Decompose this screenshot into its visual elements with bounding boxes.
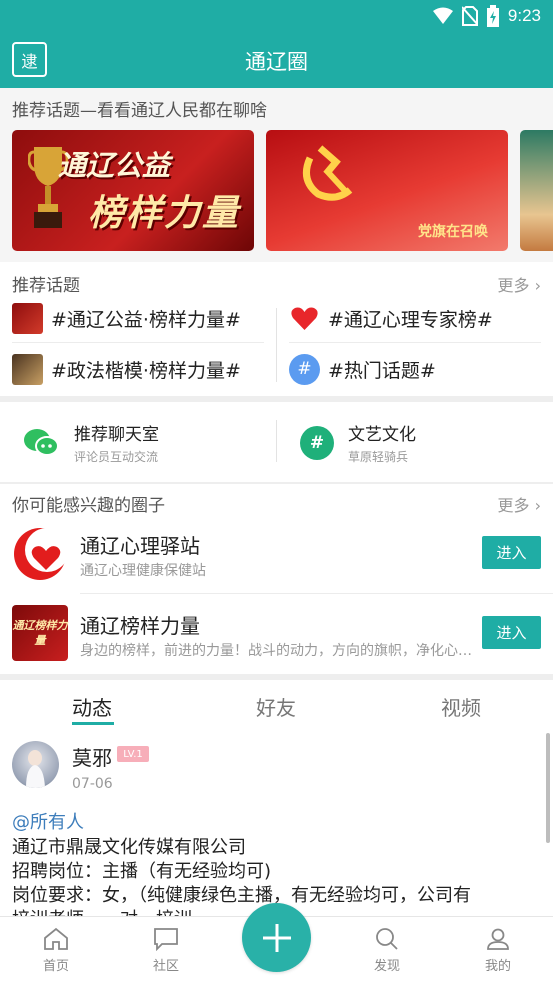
plus-icon xyxy=(262,923,291,952)
divider xyxy=(12,342,264,343)
topic-label: #通辽心理专家榜# xyxy=(328,308,493,331)
divider xyxy=(0,482,553,484)
battery-icon xyxy=(486,5,499,27)
chat-bubble-icon xyxy=(154,928,178,951)
search-icon xyxy=(376,928,398,950)
chatroom-title: 推荐聊天室 xyxy=(74,425,159,445)
avatar[interactable] xyxy=(12,741,59,788)
topics-more-label: 更多 xyxy=(497,276,530,295)
banner-third[interactable] xyxy=(520,130,553,251)
app-header: 逮 通辽圈 xyxy=(0,32,553,88)
nav-discover[interactable]: 发现 xyxy=(357,927,417,974)
heart-moon-icon xyxy=(14,528,68,580)
nav-home[interactable]: 首页 xyxy=(26,927,86,974)
circles-more-link[interactable]: 更多 › xyxy=(497,492,541,516)
page-title: 通辽圈 xyxy=(245,50,308,74)
divider xyxy=(289,342,541,343)
circle-item[interactable]: 通辽榜样力量 通辽榜样力量 身边的榜样，前进的力量！战斗的动力，方向的旗帜，净化… xyxy=(0,594,553,674)
post-text-line: 岗位要求：女，（纯健康绿色主播，有无经验均可，公司有 xyxy=(12,885,471,906)
home-icon xyxy=(44,927,68,950)
tab-videos[interactable]: 视频 xyxy=(441,692,481,721)
hashtag-bubble-icon: # xyxy=(300,425,334,460)
post-username[interactable]: 莫邪 xyxy=(72,742,112,771)
heart-icon xyxy=(289,302,320,334)
level-badge: LV.1 xyxy=(117,746,149,762)
wechat-icon xyxy=(24,428,59,456)
hashtag-icon: # xyxy=(289,353,320,385)
circle-name: 通辽榜样力量 xyxy=(80,614,200,638)
divider xyxy=(276,308,277,382)
topic-item[interactable]: #政法楷模·榜样力量# xyxy=(12,349,241,389)
banner-charity-subtitle: 榜样力量 xyxy=(88,193,241,234)
topic-item[interactable]: # #热门话题# xyxy=(289,349,436,389)
status-time: 9:23 xyxy=(507,6,541,25)
culture-title: 文艺文化 xyxy=(348,425,416,445)
chevron-right-icon: › xyxy=(534,496,541,515)
divider xyxy=(0,396,553,402)
tab-friends[interactable]: 好友 xyxy=(256,692,296,721)
avatar-figure xyxy=(26,750,45,788)
chatroom-card[interactable]: 推荐聊天室 评论员互动交流 xyxy=(22,420,159,465)
profile-icon xyxy=(487,928,509,950)
post-date: 07-06 xyxy=(72,776,113,792)
nav-community[interactable]: 社区 xyxy=(136,927,196,974)
wifi-icon xyxy=(432,7,453,24)
no-sim-icon xyxy=(461,6,478,26)
post-text-line: 招聘岗位：主播（有无经验均可) xyxy=(12,861,272,882)
topics-more-link[interactable]: 更多 › xyxy=(497,272,541,296)
topic-thumb-icon xyxy=(12,353,43,385)
banner-party-text: 党旗在召唤 xyxy=(418,224,488,240)
topic-label: #政法楷模·榜样力量# xyxy=(51,359,241,382)
nav-profile-label: 我的 xyxy=(484,959,511,974)
divider xyxy=(276,420,277,462)
status-bar: 9:23 xyxy=(0,0,553,32)
post-text-line: 通辽市鼎晟文化传媒有限公司 xyxy=(12,837,246,858)
banner-carousel[interactable]: 通辽公益 榜样力量 党旗在召唤 xyxy=(12,130,553,251)
topic-label: #热门话题# xyxy=(328,359,436,382)
banner-party[interactable]: 党旗在召唤 xyxy=(266,130,508,251)
nav-discover-label: 发现 xyxy=(373,959,400,974)
topics-title: 推荐话题 xyxy=(12,276,80,296)
tab-indicator xyxy=(72,722,114,725)
chatroom-subtitle: 评论员互动交流 xyxy=(74,450,159,464)
banner-charity-title: 通辽公益 xyxy=(58,149,171,182)
circle-name: 通辽心理驿站 xyxy=(80,534,200,558)
add-post-button[interactable] xyxy=(242,903,311,972)
scrollbar[interactable] xyxy=(546,733,550,843)
role-model-logo: 通辽榜样力量 xyxy=(12,605,68,661)
circle-description: 身边的榜样，前进的力量！战斗的动力，方向的旗帜，净化心灵的良方 xyxy=(80,643,480,659)
status-icons: 9:23 xyxy=(432,5,541,27)
tab-dynamics[interactable]: 动态 xyxy=(72,692,112,721)
chevron-right-icon: › xyxy=(534,276,541,295)
circle-description: 通辽心理健康保健站 xyxy=(80,563,206,579)
circle-item[interactable]: 通辽心理驿站 通辽心理健康保健站 进入 xyxy=(0,514,553,594)
culture-subtitle: 草原轻骑兵 xyxy=(348,450,409,464)
topic-thumb-icon xyxy=(12,302,43,334)
join-button[interactable]: 进入 xyxy=(482,536,541,569)
nav-profile[interactable]: 我的 xyxy=(468,927,528,974)
post-mention[interactable]: @所有人 xyxy=(12,808,84,834)
banner-caption: 推荐话题—看看通辽人民都在聊啥 xyxy=(12,101,267,121)
topic-item[interactable]: #通辽心理专家榜# xyxy=(289,298,493,338)
nav-community-label: 社区 xyxy=(152,959,179,974)
topic-label: #通辽公益·榜样力量# xyxy=(51,308,241,331)
topic-item[interactable]: #通辽公益·榜样力量# xyxy=(12,298,241,338)
divider xyxy=(0,674,553,680)
circles-more-label: 更多 xyxy=(497,496,530,515)
party-emblem-icon xyxy=(302,145,353,201)
banner-charity[interactable]: 通辽公益 榜样力量 xyxy=(12,130,254,251)
circles-title: 你可能感兴趣的圈子 xyxy=(12,496,165,516)
culture-card[interactable]: # 文艺文化 草原轻骑兵 xyxy=(300,420,416,465)
join-button[interactable]: 进入 xyxy=(482,616,541,649)
nav-home-label: 首页 xyxy=(42,959,69,974)
